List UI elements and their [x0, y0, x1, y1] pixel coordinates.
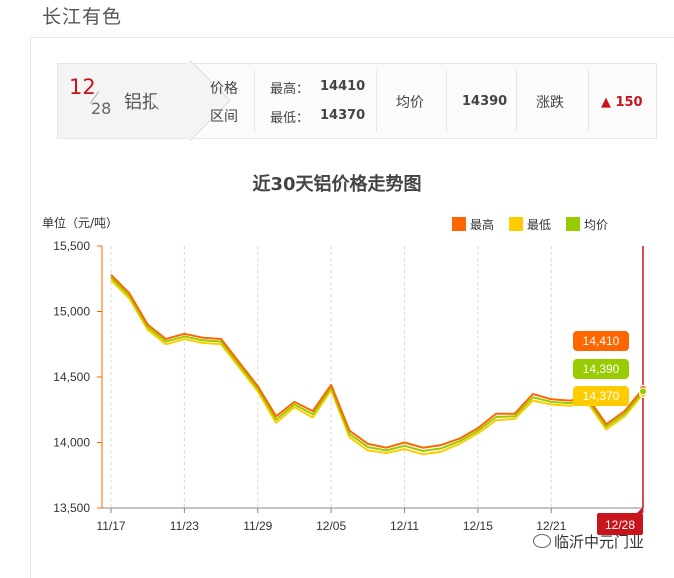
y-tick-label: 15,500: [53, 239, 90, 253]
x-tick-label: 11/17: [96, 519, 125, 533]
series-line-2: [110, 276, 644, 452]
x-tick-label: 11/29: [243, 519, 272, 533]
x-tick-label: 12/05: [316, 519, 346, 533]
series-line-1: [110, 279, 644, 456]
y-tick-label: 13,500: [53, 501, 90, 515]
crosshair-x-label: 12/28: [605, 518, 635, 532]
y-tick-label: 15,000: [53, 305, 90, 319]
value-tooltip-label: 14,410: [583, 334, 620, 348]
x-tick-label: 12/11: [390, 519, 419, 533]
x-tick-label: 12/15: [463, 519, 493, 533]
y-tick-label: 14,000: [53, 436, 90, 450]
price-line-chart: 15,500 15,000 14,500 14,000 13,500 11/17 11/23…: [53, 239, 647, 535]
value-tooltip-label: 14,390: [583, 362, 620, 376]
watermark-text: 临沂中元门业: [554, 533, 645, 551]
y-tick-label: 14,500: [53, 370, 90, 384]
value-tooltip-label: 14,370: [583, 389, 620, 403]
wechat-icon: [533, 534, 551, 548]
watermark: 临沂中元门业: [533, 531, 644, 552]
series-line-0: [110, 274, 644, 449]
series-end-marker: [639, 387, 647, 396]
x-tick-label: 11/23: [170, 519, 199, 533]
